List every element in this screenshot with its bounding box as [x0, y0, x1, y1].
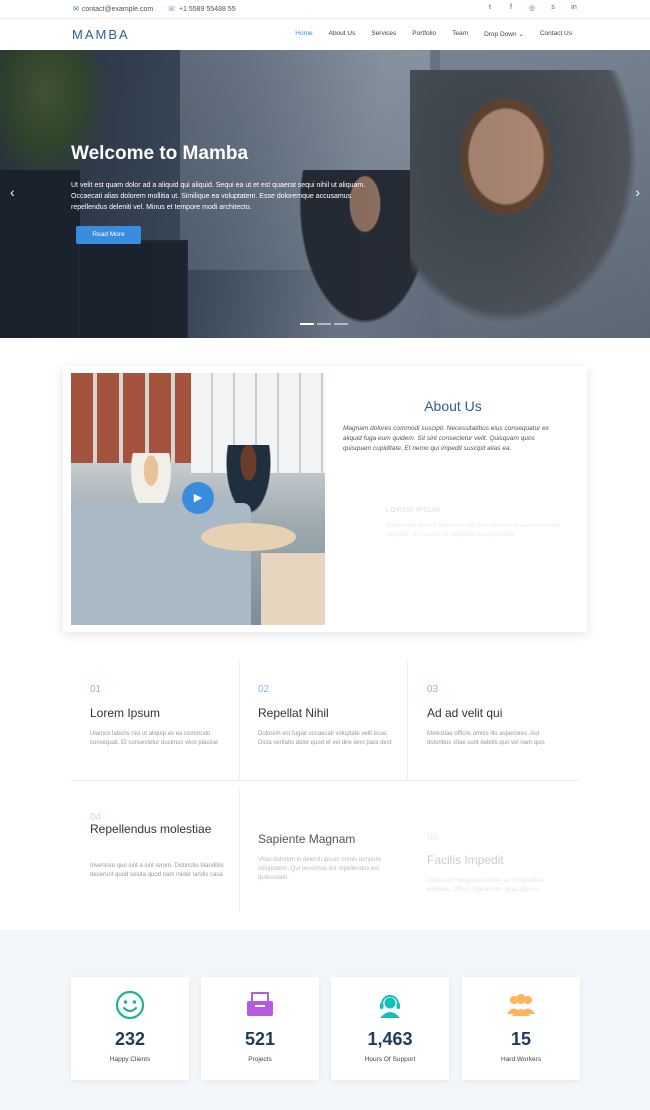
- count-card: 1,463 Hours Of Support: [331, 977, 449, 1080]
- count-label: Hard Workers: [501, 1056, 541, 1063]
- phone-icon: ☏: [167, 6, 176, 13]
- count-card: 15 Hard Workers: [462, 977, 580, 1080]
- nav-item-dropdown[interactable]: Drop Down ⌄: [484, 30, 524, 38]
- slider-indicators: [300, 323, 348, 325]
- contact-info: ✉ contact@example.com ☏ +1 5589 55488 55: [73, 5, 236, 13]
- nav-item-services[interactable]: Services: [371, 30, 396, 38]
- feature-text: Quis eum numquam veniam ea voluptatibus …: [427, 878, 545, 893]
- about-intro: Magnam dolores commodi suscipit. Necessi…: [343, 425, 549, 452]
- count-value: 232: [114, 1029, 146, 1049]
- feature-item: 03 Ad ad velit qui Molestiae officiis om…: [408, 664, 574, 786]
- smiley-icon: [113, 990, 147, 1020]
- chevron-right-icon[interactable]: ›: [635, 184, 640, 200]
- about-subtitle: LOREM IPSUM: [386, 507, 441, 514]
- chevron-down-icon: ⌄: [518, 31, 524, 38]
- count-card: 232 Happy Clients: [71, 977, 189, 1080]
- hero-title: Welcome to Mamba: [71, 143, 249, 164]
- count-value: 521: [244, 1029, 276, 1049]
- slider-dot[interactable]: [300, 323, 314, 325]
- nav-menu: Home About Us Services Portfolio Team Dr…: [295, 30, 572, 38]
- envelope-icon: ✉: [73, 6, 79, 13]
- feature-number: 01: [90, 684, 102, 695]
- photo-table: [201, 523, 296, 551]
- facebook-icon[interactable]: f: [507, 4, 515, 12]
- nav-item-team[interactable]: Team: [452, 30, 468, 38]
- nav-item-contact[interactable]: Contact Us: [540, 30, 572, 38]
- phone-text: +1 5589 55488 55: [178, 6, 236, 13]
- feature-text: Dolorem est fugiat occaecati voluptate v…: [258, 731, 392, 746]
- hero-text: Ut velit est quam dolor ad a aliquid qui…: [71, 182, 366, 211]
- logo[interactable]: MAMBA: [72, 27, 130, 42]
- feature-item: 06 Facilis Impedit Quis eum numquam veni…: [408, 812, 574, 934]
- slider-dot[interactable]: [317, 323, 331, 325]
- users-icon: [504, 990, 538, 1020]
- feature-text: Ulamco laboris nisi ut aliquip ex ea com…: [90, 731, 218, 746]
- feature-number: 05: [258, 812, 270, 823]
- phone-item[interactable]: ☏ +1 5589 55488 55: [167, 5, 235, 13]
- nav-item-about[interactable]: About Us: [329, 30, 356, 38]
- twitter-icon[interactable]: t: [486, 4, 494, 12]
- count-label: Hours Of Support: [364, 1056, 416, 1063]
- about-photo: ▶: [71, 373, 325, 625]
- hero-slider: Welcome to Mamba Ut velit est quam dolor…: [0, 50, 650, 338]
- social-links: t f ◎ s in: [486, 4, 578, 12]
- feature-text: Vitae dolorem in deleniti ipsum omnis te…: [258, 857, 381, 881]
- feature-title[interactable]: Sapiente Magnam: [258, 832, 355, 846]
- read-more-button[interactable]: Read More: [76, 226, 141, 244]
- instagram-icon[interactable]: ◎: [528, 4, 536, 12]
- slider-dot[interactable]: [334, 323, 348, 325]
- feature-title[interactable]: Facilis Impedit: [427, 853, 504, 867]
- feature-item: 05 Sapiente Magnam Vitae dolorem in dele…: [239, 792, 405, 914]
- feature-title[interactable]: Ad ad velit qui: [427, 706, 502, 720]
- count-value: 1,463: [367, 1029, 413, 1049]
- about-title: About Us: [424, 398, 482, 414]
- top-bar: ✉ contact@example.com ☏ +1 5589 55488 55 t…: [0, 0, 650, 18]
- feature-title[interactable]: Repellat Nihil: [258, 706, 329, 720]
- email-text: contact@example.com: [81, 6, 154, 13]
- nav-item-portfolio[interactable]: Portfolio: [412, 30, 436, 38]
- about-subtext: Voluptatum deleniti atque corrupti quos …: [386, 523, 560, 538]
- count-label: Projects: [248, 1056, 272, 1063]
- counts-section: 232 Happy Clients 521 Projects 1,463 Hou…: [0, 930, 650, 1110]
- feature-text: Molestiae officiis omnis illo asperiores…: [427, 731, 545, 746]
- count-value: 15: [510, 1029, 532, 1049]
- feature-number: 03: [427, 684, 439, 695]
- email-item[interactable]: ✉ contact@example.com: [73, 5, 153, 13]
- photo-box: [261, 553, 325, 625]
- count-card: 521 Projects: [201, 977, 319, 1080]
- main-navbar: MAMBA Home About Us Services Portfolio T…: [0, 18, 650, 50]
- count-label: Happy Clients: [109, 1056, 151, 1063]
- headset-icon: [373, 990, 407, 1020]
- play-icon[interactable]: ▶: [182, 482, 214, 514]
- photo-sofa: [71, 503, 251, 625]
- nav-item-dropdown-label: Drop Down: [484, 31, 517, 38]
- feature-number: 02: [258, 684, 270, 695]
- feature-item: 04 Repellendus molestiae Inventore quo s…: [71, 792, 237, 914]
- feature-title[interactable]: Repellendus molestiae: [90, 822, 230, 837]
- document-folder-icon: [243, 990, 277, 1020]
- feature-number: 06: [427, 832, 439, 843]
- linkedin-icon[interactable]: in: [570, 4, 578, 12]
- skype-icon[interactable]: s: [549, 4, 557, 12]
- feature-item: 02 Repellat Nihil Dolorem est fugiat occ…: [239, 664, 405, 786]
- chevron-left-icon[interactable]: ‹: [10, 184, 15, 200]
- feature-title[interactable]: Lorem Ipsum: [90, 706, 160, 720]
- nav-item-home[interactable]: Home: [295, 30, 312, 38]
- feature-item: 01 Lorem Ipsum Ulamco laboris nisi ut al…: [71, 664, 237, 786]
- about-section: ▶ About Us Magnam dolores commodi suscip…: [63, 366, 587, 632]
- feature-text: Inventore quo sint a sint rerum. Distinc…: [90, 863, 224, 878]
